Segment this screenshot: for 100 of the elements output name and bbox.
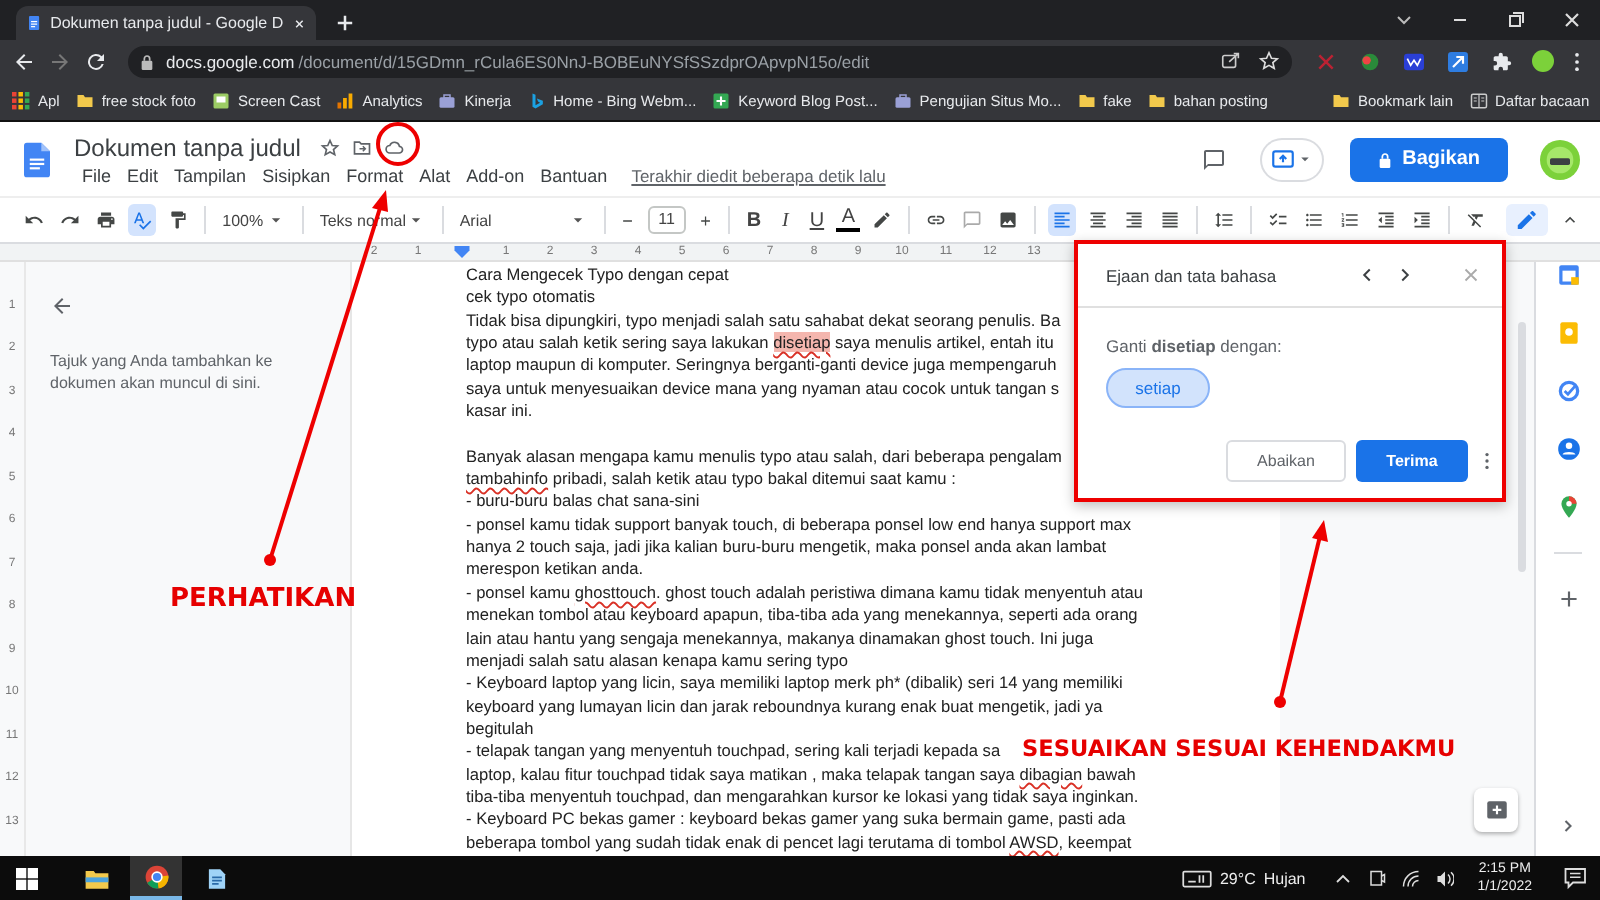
restore-icon[interactable] (1506, 10, 1526, 30)
format-button[interactable]: I (773, 209, 798, 231)
star-icon[interactable] (320, 137, 341, 157)
present-button[interactable] (1262, 139, 1323, 179)
accept-button[interactable]: Terima (1356, 440, 1468, 482)
meet-icon[interactable] (1367, 869, 1386, 887)
highlight-circle (376, 122, 420, 166)
book-icon (1469, 92, 1488, 110)
close-icon[interactable] (293, 15, 304, 31)
text-line: - Keyboard PC bekas gamer : keyboard bekas gamer yang suka bermain game, pasti ada (466, 808, 1126, 832)
chevron-down-icon[interactable] (1394, 10, 1414, 30)
format-button[interactable]: A (836, 208, 861, 232)
plus-square-icon (712, 92, 731, 110)
contacts-icon[interactable] (1555, 436, 1581, 462)
text-line: beberapa tombol yang sudah tidak enak di pencet lagi terutama di tombol AWSD, keempat (466, 831, 1132, 854)
pencil-icon[interactable] (1506, 204, 1548, 236)
comment-icon[interactable] (1202, 147, 1227, 171)
folder-icon[interactable] (352, 137, 373, 157)
plus-icon[interactable] (1555, 586, 1581, 612)
calendar-icon[interactable] (1555, 262, 1581, 288)
plus-icon[interactable] (336, 14, 354, 32)
text-line: laptop maupun di komputer. Seringnya berganti-ganti device juga mempengaruh (466, 354, 1057, 378)
apps-grid-icon (12, 92, 30, 110)
menu-item[interactable]: Format (338, 165, 412, 185)
suggestion-chip[interactable]: setiap (1106, 368, 1210, 408)
text-line: - telapak tangan yang menyentuh touchpad, sering kali terjadi kepada sa (466, 740, 1001, 764)
docs-logo-icon[interactable] (24, 141, 50, 177)
b-letter-icon (527, 92, 546, 110)
page-icon (211, 92, 230, 110)
annotation-label: PERHATIKAN (170, 586, 357, 612)
text-line: - ponsel kamu tidak support banyak touch, di beberapa ponsel low end hanya support max (466, 513, 1132, 537)
map-pin-icon[interactable] (1555, 494, 1581, 520)
windows-logo-icon[interactable] (16, 867, 38, 889)
profile-avatar[interactable] (1540, 139, 1580, 179)
reload-icon[interactable] (84, 49, 108, 73)
extension-icon[interactable] (1404, 51, 1424, 71)
text-line: hanya 2 touch saja, jadi jika kalian buru-buru mengetik, maka ponsel anda akan lambat (466, 536, 1107, 559)
document-icon (28, 12, 41, 34)
wifi-icon[interactable] (1401, 869, 1420, 887)
text-line: lain atau hantu yang sengaja menekannya, makanya dinamakan ghost touch. Ini juga (466, 627, 1094, 650)
more-icon[interactable] (1484, 452, 1490, 470)
caret-up-icon[interactable] (1333, 869, 1352, 887)
ignore-button[interactable]: Abaikan (1226, 440, 1346, 482)
menu-item[interactable]: Edit (119, 165, 167, 185)
last-edit-link[interactable]: Terakhir diedit beberapa detik lalu (631, 165, 886, 185)
indent-marker-icon[interactable] (454, 246, 470, 258)
share-button[interactable]: Bagikan (1350, 137, 1508, 181)
outline-hint: Tajuk yang Anda tambahkan ke dokumen akan muncul di sini. (50, 350, 275, 394)
text-line: merespon ketikan anda. (466, 558, 644, 582)
lock-icon (140, 53, 154, 69)
text-line: cek typo otomatis (466, 286, 596, 310)
align-icon[interactable] (1047, 204, 1077, 236)
text-line: - Keyboard laptop yang licin, saya memiliki laptop merk ph* (dibalik) seri 14 yang memiliki (466, 672, 1123, 696)
close-icon[interactable] (1562, 10, 1582, 30)
font-size-field[interactable]: 11 (647, 206, 686, 234)
folder-icon (83, 865, 109, 891)
text-line: - ponsel kamu ghosttouch. ghost touch adalah peristiwa dimana kamu tidak menyentuh atau (466, 581, 1144, 605)
format-button[interactable]: U (805, 209, 829, 231)
more-icon[interactable] (1574, 51, 1580, 71)
menu-item[interactable]: Add-on (458, 165, 533, 185)
text-line: Cara Mengecek Typo dengan cepat (466, 264, 729, 287)
menu-item[interactable]: File (74, 165, 120, 185)
menu-item[interactable]: Sisipkan (254, 165, 339, 185)
text-line: keyboard yang lumayan licin dan jarak reboundnya kurang enak buat mengetik, jadi ya (466, 695, 1103, 718)
profile-avatar[interactable] (1532, 50, 1554, 72)
address-bar[interactable]: docs.google.com /document/d/15GDmn_rCula6ES0NnJ-BOBEuNYSfSSzdprOApvpN15o/edit (128, 45, 1292, 77)
folder-icon (75, 92, 94, 110)
browser-icon (143, 863, 169, 889)
text-line: tambahinfo pribadi, salah ketik atau typo bakal ditemui saat kamu : (466, 468, 956, 491)
format-button[interactable]: B (742, 209, 766, 231)
presentation-icon (1270, 146, 1297, 172)
menu-item[interactable]: Tampilan (166, 165, 255, 185)
taskbar-app[interactable] (130, 856, 182, 900)
puzzle-icon[interactable] (1492, 51, 1512, 71)
menu-item[interactable]: Bantuan (532, 165, 616, 185)
spellcheck-icon[interactable] (128, 204, 157, 236)
weather-icon[interactable] (1181, 867, 1212, 889)
weather-label: Hujan (1263, 869, 1306, 887)
back-arrow-icon[interactable] (12, 49, 36, 73)
explore-button[interactable] (1474, 788, 1518, 832)
folder-icon (1331, 92, 1350, 110)
document-title[interactable]: Dokumen tanpa judul (74, 133, 301, 161)
tab-title: Dokumen tanpa judul - Google D (50, 14, 284, 32)
annotation-label: SESUAIKAN SESUAI KEHENDAKMU (1022, 738, 1456, 761)
cloud-icon[interactable] (384, 137, 405, 157)
menu-item[interactable]: Alat (411, 165, 459, 185)
notification-icon[interactable] (1564, 866, 1588, 890)
briefcase-icon (893, 92, 912, 110)
tasks-icon[interactable] (1555, 378, 1581, 404)
notepad-icon (203, 865, 229, 891)
browser-tab[interactable]: Dokumen tanpa judul - Google D (16, 6, 316, 40)
text-line: saya untuk menyesuaikan device mana yang nyaman atau cocok untuk tangan s (466, 377, 1060, 401)
forward-arrow-icon[interactable] (48, 49, 72, 73)
back-arrow-icon[interactable] (50, 294, 74, 318)
text-line: laptop, kalau fitur touchpad tidak saya matikan , maka telapak tangan saya dibagian bawah (466, 763, 1136, 786)
zoom-dropdown[interactable]: 100% (218, 210, 291, 230)
share-icon[interactable] (1220, 50, 1242, 72)
font-dropdown[interactable]: Arial (455, 210, 592, 230)
text-line: tiba-tiba menyentuh touchpad, dan mengarahkan kursor ke lokasi yang tidak saya inginkan. (466, 785, 1139, 809)
speaker-icon[interactable] (1435, 869, 1454, 887)
